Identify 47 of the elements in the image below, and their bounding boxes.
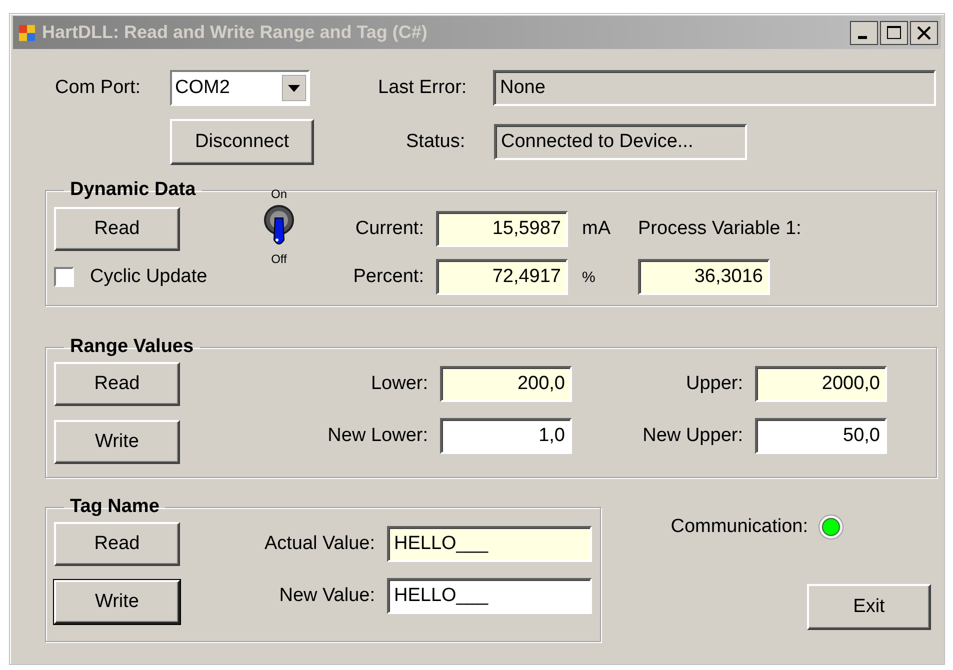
com-port-label: Com Port:: [55, 77, 142, 99]
new-upper-label: New Upper:: [642, 425, 744, 447]
group-title: Dynamic Data: [69, 179, 197, 201]
process-variable-field: 36,3016: [638, 259, 770, 295]
last-error-label: Last Error:: [378, 77, 468, 99]
upper-field: 2000,0: [755, 366, 887, 402]
on-label: On: [270, 187, 287, 202]
group-title: Tag Name: [69, 496, 160, 518]
communication-label: Communication:: [670, 516, 808, 538]
maximize-icon[interactable]: [880, 20, 908, 44]
last-error-field: None: [493, 70, 936, 106]
disconnect-button[interactable]: Disconnect: [170, 119, 314, 165]
close-icon[interactable]: [910, 20, 938, 44]
actual-value-label: Actual Value:: [263, 533, 376, 555]
new-lower-field[interactable]: 1,0: [440, 418, 572, 454]
status-field: Connected to Device...: [494, 124, 747, 160]
new-value-field[interactable]: HELLO___: [387, 578, 592, 614]
actual-value-field: HELLO___: [387, 526, 592, 562]
new-upper-field[interactable]: 50,0: [755, 418, 887, 454]
upper-label: Upper:: [684, 373, 744, 395]
current-label: Current:: [354, 218, 425, 240]
current-field: 15,5987: [436, 211, 568, 247]
lower-label: Lower:: [370, 373, 429, 395]
read-button[interactable]: Read: [54, 522, 180, 566]
window-title: HartDLL: Read and Write Range and Tag (C#): [42, 22, 428, 43]
group-title: Range Values: [69, 336, 195, 358]
write-button[interactable]: Write: [54, 580, 180, 624]
com-port-dropdown[interactable]: COM2: [170, 70, 310, 106]
checkbox[interactable]: [54, 267, 74, 287]
unit-label: mA: [581, 218, 612, 240]
app-icon: [18, 24, 36, 42]
dropdown-arrow-icon[interactable]: [282, 75, 306, 101]
percent-label: Percent:: [352, 266, 425, 288]
new-value-label: New Value:: [278, 585, 376, 607]
off-label: Off: [271, 252, 287, 267]
write-button[interactable]: Write: [54, 420, 180, 464]
new-lower-label: New Lower:: [326, 425, 429, 447]
unit-label: %: [581, 268, 596, 286]
cyclic-update-label: Cyclic Update: [90, 266, 208, 288]
status-label: Status:: [406, 131, 466, 153]
lower-field: 200,0: [440, 366, 572, 402]
exit-button[interactable]: Exit: [807, 584, 931, 630]
process-variable-label: Process Variable 1:: [638, 218, 802, 240]
read-button[interactable]: Read: [54, 362, 180, 406]
minimize-icon[interactable]: [850, 20, 878, 44]
percent-field: 72,4917: [436, 259, 568, 295]
read-button[interactable]: Read: [54, 207, 180, 251]
